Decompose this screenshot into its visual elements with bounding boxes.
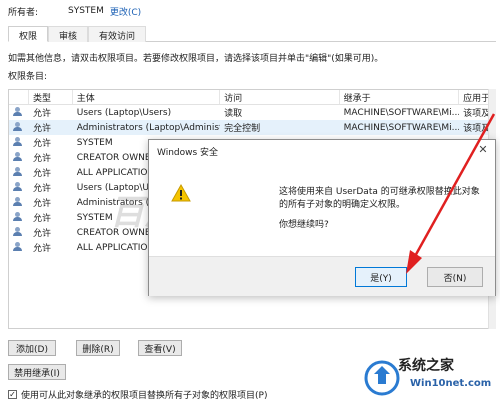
view-button[interactable]: 查看(V) xyxy=(138,340,182,356)
user-icon xyxy=(13,196,23,206)
permission-entries-label: 权限条目: xyxy=(8,72,48,82)
row-type: 允许 xyxy=(32,154,51,164)
user-icon xyxy=(9,181,29,194)
header-principal[interactable]: 主体 xyxy=(73,90,221,104)
user-icon xyxy=(13,226,23,236)
row-access: 完全控制 xyxy=(224,124,261,134)
tab-strip: 权限 审核 有效访问 xyxy=(8,26,496,42)
row-type: 允许 xyxy=(32,109,51,119)
red-arrow-annotation xyxy=(406,113,496,274)
row-access: 读取 xyxy=(224,109,243,119)
row-type: 允许 xyxy=(32,139,51,149)
dialog-question: 你想继续吗? xyxy=(279,220,329,230)
remove-button[interactable]: 删除(R) xyxy=(76,340,120,356)
row-principal: Users (Laptop\Users) xyxy=(76,107,172,118)
row-type: 允许 xyxy=(32,199,51,209)
owner-value: SYSTEM xyxy=(68,6,104,16)
site-url: Win10net.com xyxy=(410,378,492,389)
owner-line: 所有者: SYSTEM 更改(C) xyxy=(8,5,141,18)
header-type[interactable]: 类型 xyxy=(29,90,73,104)
header-access[interactable]: 访问 xyxy=(220,90,340,104)
user-icon xyxy=(9,136,29,149)
change-owner-link[interactable]: 更改(C) xyxy=(110,5,141,18)
user-icon xyxy=(13,166,23,176)
user-icon xyxy=(9,166,29,179)
user-icon xyxy=(9,151,29,164)
header-icon-col xyxy=(9,90,29,104)
row-type: 允许 xyxy=(32,169,51,179)
replace-child-permissions-label: 使用可从此对象继承的权限项目替换所有子对象的权限项目(P) xyxy=(21,391,268,401)
warning-icon xyxy=(171,184,191,202)
row-type: 允许 xyxy=(32,124,51,134)
user-icon xyxy=(9,211,29,224)
owner-label: 所有者: xyxy=(8,7,39,18)
user-icon xyxy=(13,151,23,161)
user-icon xyxy=(9,106,29,119)
user-icon xyxy=(9,121,29,134)
row-type: 允许 xyxy=(32,229,51,239)
instructions-text: 如需其他信息，请双击权限项目。若要修改权限项目，请选择该项目并单击"编辑"(如果… xyxy=(8,54,384,64)
tab-auditing[interactable]: 审核 xyxy=(48,26,89,42)
add-button[interactable]: 添加(D) xyxy=(8,340,56,356)
row-type: 允许 xyxy=(32,184,51,194)
user-icon xyxy=(9,196,29,209)
user-icon xyxy=(9,226,29,239)
row-principal: Administrators (Laptop\Administ... xyxy=(76,122,221,133)
tab-permissions[interactable]: 权限 xyxy=(8,26,49,42)
user-icon xyxy=(13,211,23,221)
table-header: 类型 主体 访问 继承于 应用于 xyxy=(9,90,495,105)
disable-inheritance-button[interactable]: 禁用继承(I) xyxy=(8,364,66,380)
user-icon xyxy=(13,106,23,116)
replace-child-permissions-checkbox[interactable]: ✓ xyxy=(8,390,17,399)
user-icon xyxy=(13,181,23,191)
replace-child-permissions-row[interactable]: ✓ 使用可从此对象继承的权限项目替换所有子对象的权限项目(P) xyxy=(8,388,267,401)
row-type: 允许 xyxy=(32,244,51,254)
site-name: 系统之家 xyxy=(398,358,454,374)
tab-effective-access[interactable]: 有效访问 xyxy=(88,26,147,42)
user-icon xyxy=(13,241,23,251)
row-type: 允许 xyxy=(32,214,51,224)
header-inherited-from[interactable]: 继承于 xyxy=(340,90,460,104)
user-icon xyxy=(9,241,29,254)
user-icon xyxy=(13,136,23,146)
user-icon xyxy=(13,121,23,131)
